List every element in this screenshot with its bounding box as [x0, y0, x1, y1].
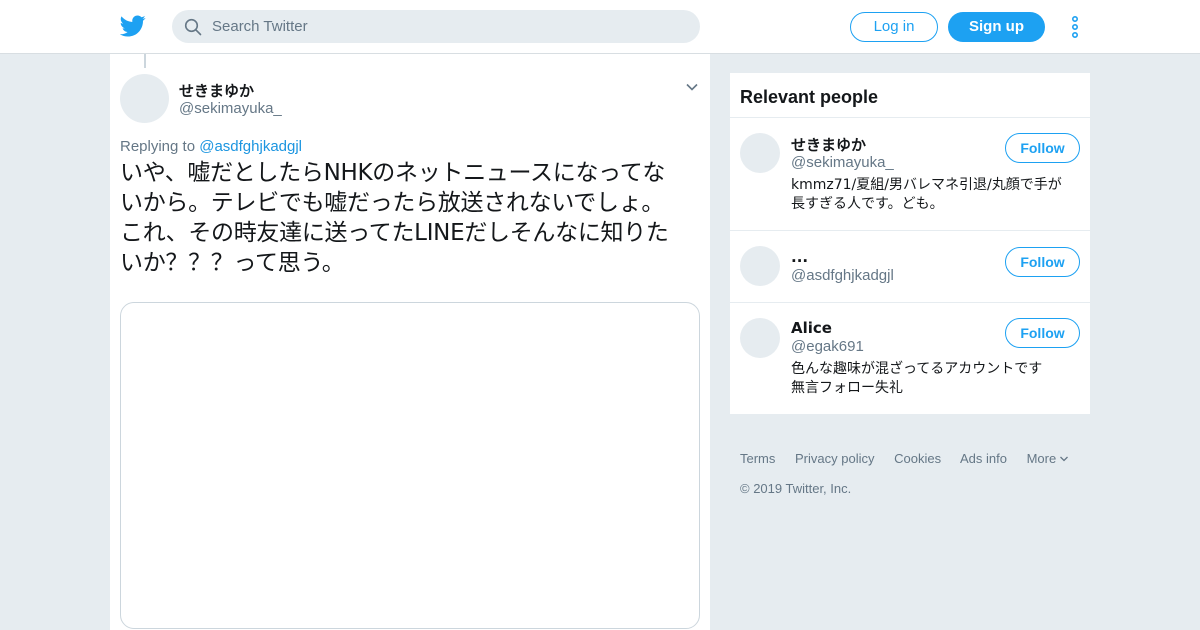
tweet-column: せきまゆか @sekimayuka_ Replying to @asdfghjk…	[110, 54, 710, 630]
person-handle[interactable]: @egak691	[791, 338, 864, 355]
tweet-author-handle[interactable]: @sekimayuka_	[179, 100, 282, 117]
follow-button[interactable]: Follow	[1005, 247, 1080, 277]
footer-more-menu[interactable]: More	[1027, 451, 1070, 466]
footer-link-terms[interactable]: Terms	[740, 451, 775, 466]
thread-connector-line	[144, 54, 146, 68]
follow-button[interactable]: Follow	[1005, 318, 1080, 348]
person-name[interactable]: Alice	[791, 319, 832, 337]
person-handle[interactable]: @sekimayuka_	[791, 154, 894, 171]
person-name[interactable]: ...	[791, 248, 808, 266]
avatar[interactable]	[740, 246, 780, 286]
footer-links: Terms Privacy policy Cookies Ads info Mo…	[740, 451, 1100, 466]
replying-to-link[interactable]: @asdfghjkadgjl	[199, 138, 302, 155]
login-button[interactable]: Log in	[850, 12, 938, 42]
chevron-down-icon	[1060, 456, 1069, 462]
footer-link-cookies[interactable]: Cookies	[894, 451, 941, 466]
chevron-down-icon[interactable]	[685, 80, 699, 94]
author-avatar[interactable]	[120, 74, 169, 123]
follow-button[interactable]: Follow	[1005, 133, 1080, 163]
avatar[interactable]	[740, 318, 780, 358]
search-box[interactable]	[172, 10, 700, 43]
person-card: Alice @egak691 色んな趣味が混ざってるアカウントです 無言フォロー…	[730, 303, 1090, 414]
person-handle[interactable]: @asdfghjkadgjl	[791, 267, 894, 284]
search-icon	[184, 18, 202, 36]
person-bio: kmmz71/夏組/男バレマネ引退/丸顔で手が 長すぎる人です。ども。	[791, 177, 1062, 212]
footer-link-more[interactable]: More	[1027, 451, 1057, 466]
person-bio: 色んな趣味が混ざってるアカウントです 無言フォロー失礼	[791, 361, 1043, 396]
signup-button[interactable]: Sign up	[948, 12, 1045, 42]
tweet-author-name[interactable]: せきまゆか	[179, 80, 254, 101]
tweet-media-card[interactable]	[120, 302, 700, 629]
footer-link-privacy[interactable]: Privacy policy	[795, 451, 874, 466]
search-input[interactable]	[212, 10, 682, 43]
tweet-text: いや、嘘だとしたらNHKのネットニュースになってな いから。テレビでも嘘だったら…	[120, 160, 669, 276]
replying-prefix: Replying to	[120, 138, 200, 155]
replying-to-line: Replying to @asdfghjkadgjl	[120, 138, 302, 155]
more-options-icon[interactable]	[1068, 15, 1082, 39]
top-bar: Log in Sign up	[0, 0, 1200, 54]
copyright: © 2019 Twitter, Inc.	[740, 481, 852, 496]
person-card: ... @asdfghjkadgjl Follow	[730, 231, 1090, 302]
relevant-people-title: Relevant people	[740, 87, 879, 107]
relevant-people-panel: Relevant people せきまゆか @sekimayuka_ kmmz7…	[730, 73, 1090, 414]
person-card: せきまゆか @sekimayuka_ kmmz71/夏組/男バレマネ引退/丸顔で…	[730, 118, 1090, 230]
footer-link-ads-info[interactable]: Ads info	[960, 451, 1007, 466]
person-name[interactable]: せきまゆか	[791, 134, 866, 155]
avatar[interactable]	[740, 133, 780, 173]
twitter-bird-icon[interactable]	[120, 13, 146, 39]
